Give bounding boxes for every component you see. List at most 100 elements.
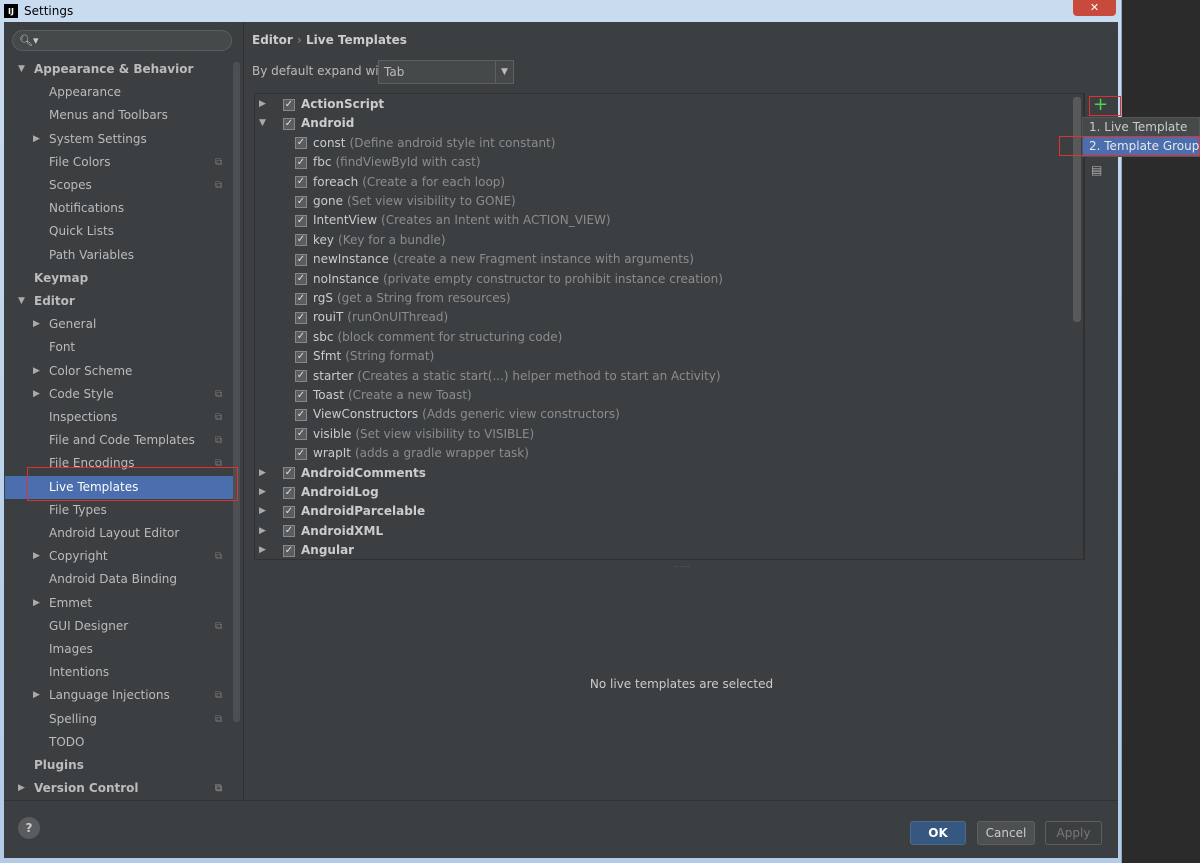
group-checkbox[interactable]: ✓: [283, 117, 295, 130]
sidebar-item-menus-and-toolbars[interactable]: Menus and Toolbars: [5, 104, 240, 127]
expanded-arrow-icon[interactable]: ▼: [18, 290, 25, 313]
sidebar-item-path-variables[interactable]: Path Variables: [5, 244, 240, 267]
expand-with-select[interactable]: Tab ▼: [378, 60, 514, 84]
template-checkbox[interactable]: ✓: [295, 350, 307, 363]
sidebar-item-inspections[interactable]: Inspections ⧉: [5, 406, 240, 429]
sidebar-item-copyright[interactable]: ▶ Copyright ⧉: [5, 545, 240, 568]
collapsed-arrow-icon[interactable]: ▶: [18, 777, 25, 800]
group-checkbox[interactable]: ✓: [283, 544, 295, 557]
group-checkbox[interactable]: ✓: [283, 486, 295, 499]
sidebar-item-emmet[interactable]: ▶ Emmet: [5, 592, 240, 615]
collapsed-arrow-icon[interactable]: ▶: [33, 128, 40, 151]
template-item[interactable]: ✓ wrapIt (adds a gradle wrapper task): [295, 444, 529, 463]
collapsed-arrow-icon[interactable]: ▶: [259, 502, 283, 521]
template-item[interactable]: ✓ Toast (Create a new Toast): [295, 386, 472, 405]
collapsed-arrow-icon[interactable]: ▶: [259, 464, 283, 483]
collapsed-arrow-icon[interactable]: ▶: [33, 360, 40, 383]
template-group[interactable]: ▶ ✓ ActionScript: [259, 95, 384, 114]
template-checkbox[interactable]: ✓: [295, 137, 307, 150]
template-checkbox[interactable]: ✓: [295, 331, 307, 344]
template-checkbox[interactable]: ✓: [295, 428, 307, 441]
sidebar-item-plugins[interactable]: Plugins: [5, 754, 240, 777]
sidebar-item-appearance-behavior[interactable]: ▼ Appearance & Behavior: [5, 58, 240, 81]
sidebar-item-gui-designer[interactable]: GUI Designer ⧉: [5, 615, 240, 638]
collapsed-arrow-icon[interactable]: ▶: [259, 483, 283, 502]
sidebar-item-todo[interactable]: TODO: [5, 731, 240, 754]
collapsed-arrow-icon[interactable]: ▶: [33, 383, 40, 406]
expanded-arrow-icon[interactable]: ▼: [18, 58, 25, 81]
close-button[interactable]: ✕: [1073, 0, 1116, 16]
template-item[interactable]: ✓ starter (Creates a static start(...) hel…: [295, 367, 721, 386]
cancel-button[interactable]: Cancel: [977, 821, 1035, 845]
template-group[interactable]: ▶ ✓ Angular: [259, 541, 354, 559]
sidebar-item-android-layout-editor[interactable]: Android Layout Editor: [5, 522, 240, 545]
collapsed-arrow-icon[interactable]: ▶: [33, 592, 40, 615]
template-checkbox[interactable]: ✓: [295, 408, 307, 421]
apply-button[interactable]: Apply: [1045, 821, 1102, 845]
sidebar-item-spelling[interactable]: Spelling ⧉: [5, 708, 240, 731]
template-group[interactable]: ▶ ✓ AndroidParcelable: [259, 502, 425, 521]
sidebar-item-general[interactable]: ▶ General: [5, 313, 240, 336]
collapsed-arrow-icon[interactable]: ▶: [33, 684, 40, 707]
sidebar-item-images[interactable]: Images: [5, 638, 240, 661]
sidebar-scrollbar[interactable]: [233, 62, 240, 722]
template-item[interactable]: ✓ newInstance (create a new Fragment insta…: [295, 250, 694, 269]
template-item[interactable]: ✓ rouiT (runOnUIThread): [295, 308, 448, 327]
sidebar-item-file-and-code-templates[interactable]: File and Code Templates ⧉: [5, 429, 240, 452]
group-checkbox[interactable]: ✓: [283, 98, 295, 111]
group-checkbox[interactable]: ✓: [283, 525, 295, 538]
sidebar-item-scopes[interactable]: Scopes ⧉: [5, 174, 240, 197]
template-checkbox[interactable]: ✓: [295, 311, 307, 324]
help-button[interactable]: ?: [18, 817, 40, 839]
template-checkbox[interactable]: ✓: [295, 389, 307, 402]
template-checkbox[interactable]: ✓: [295, 273, 307, 286]
template-item[interactable]: ✓ gone (Set view visibility to GONE): [295, 192, 516, 211]
template-item[interactable]: ✓ IntentView (Creates an Intent with ACTIO…: [295, 211, 611, 230]
template-checkbox[interactable]: ✓: [295, 370, 307, 383]
sidebar-item-editor[interactable]: ▼ Editor: [5, 290, 240, 313]
template-item[interactable]: ✓ visible (Set view visibility to VISIBLE): [295, 425, 534, 444]
collapsed-arrow-icon[interactable]: ▶: [259, 95, 283, 114]
search-input[interactable]: 🔍︎▾: [12, 30, 232, 51]
template-group[interactable]: ▼ ✓ Android: [259, 114, 354, 133]
sidebar-item-color-scheme[interactable]: ▶ Color Scheme: [5, 360, 240, 383]
template-group[interactable]: ▶ ✓ AndroidLog: [259, 483, 379, 502]
expanded-arrow-icon[interactable]: ▼: [259, 114, 283, 133]
add-button[interactable]: +: [1089, 96, 1121, 116]
template-checkbox[interactable]: ✓: [295, 253, 307, 266]
template-item[interactable]: ✓ foreach (Create a for each loop): [295, 173, 505, 192]
sidebar-item-file-colors[interactable]: File Colors ⧉: [5, 151, 240, 174]
template-item[interactable]: ✓ fbc (findViewById with cast): [295, 153, 481, 172]
sidebar-item-version-control[interactable]: ▶ Version Control ⧉: [5, 777, 240, 800]
tree-scrollbar[interactable]: [1073, 97, 1081, 322]
sidebar-item-appearance[interactable]: Appearance: [5, 81, 240, 104]
template-item[interactable]: ✓ sbc (block comment for structuring code): [295, 328, 562, 347]
collapsed-arrow-icon[interactable]: ▶: [33, 545, 40, 568]
sidebar-item-file-types[interactable]: File Types: [5, 499, 240, 522]
group-checkbox[interactable]: ✓: [283, 467, 295, 480]
template-item[interactable]: ✓ Sfmt (String format): [295, 347, 434, 366]
sidebar-item-notifications[interactable]: Notifications: [5, 197, 240, 220]
template-item[interactable]: ✓ key (Key for a bundle): [295, 231, 446, 250]
collapsed-arrow-icon[interactable]: ▶: [33, 313, 40, 336]
template-checkbox[interactable]: ✓: [295, 156, 307, 169]
sidebar-item-font[interactable]: Font: [5, 336, 240, 359]
template-checkbox[interactable]: ✓: [295, 176, 307, 189]
template-checkbox[interactable]: ✓: [295, 234, 307, 247]
template-checkbox[interactable]: ✓: [295, 214, 307, 227]
template-checkbox[interactable]: ✓: [295, 447, 307, 460]
template-item[interactable]: ✓ const (Define android style int constant…: [295, 134, 555, 153]
sidebar-item-system-settings[interactable]: ▶ System Settings: [5, 128, 240, 151]
sidebar-item-language-injections[interactable]: ▶ Language Injections ⧉: [5, 684, 240, 707]
sidebar-item-code-style[interactable]: ▶ Code Style ⧉: [5, 383, 240, 406]
sidebar-item-android-data-binding[interactable]: Android Data Binding: [5, 568, 240, 591]
template-group[interactable]: ▶ ✓ AndroidComments: [259, 464, 426, 483]
splitter-handle[interactable]: ⋯⋯: [674, 562, 690, 571]
template-checkbox[interactable]: ✓: [295, 195, 307, 208]
sidebar-item-keymap[interactable]: Keymap: [5, 267, 240, 290]
template-item[interactable]: ✓ rgS (get a String from resources): [295, 289, 511, 308]
template-group[interactable]: ▶ ✓ AndroidXML: [259, 522, 383, 541]
menu-item-live-template[interactable]: 1. Live Template: [1083, 118, 1199, 137]
copy-icon[interactable]: ▤: [1091, 163, 1102, 177]
sidebar-item-intentions[interactable]: Intentions: [5, 661, 240, 684]
